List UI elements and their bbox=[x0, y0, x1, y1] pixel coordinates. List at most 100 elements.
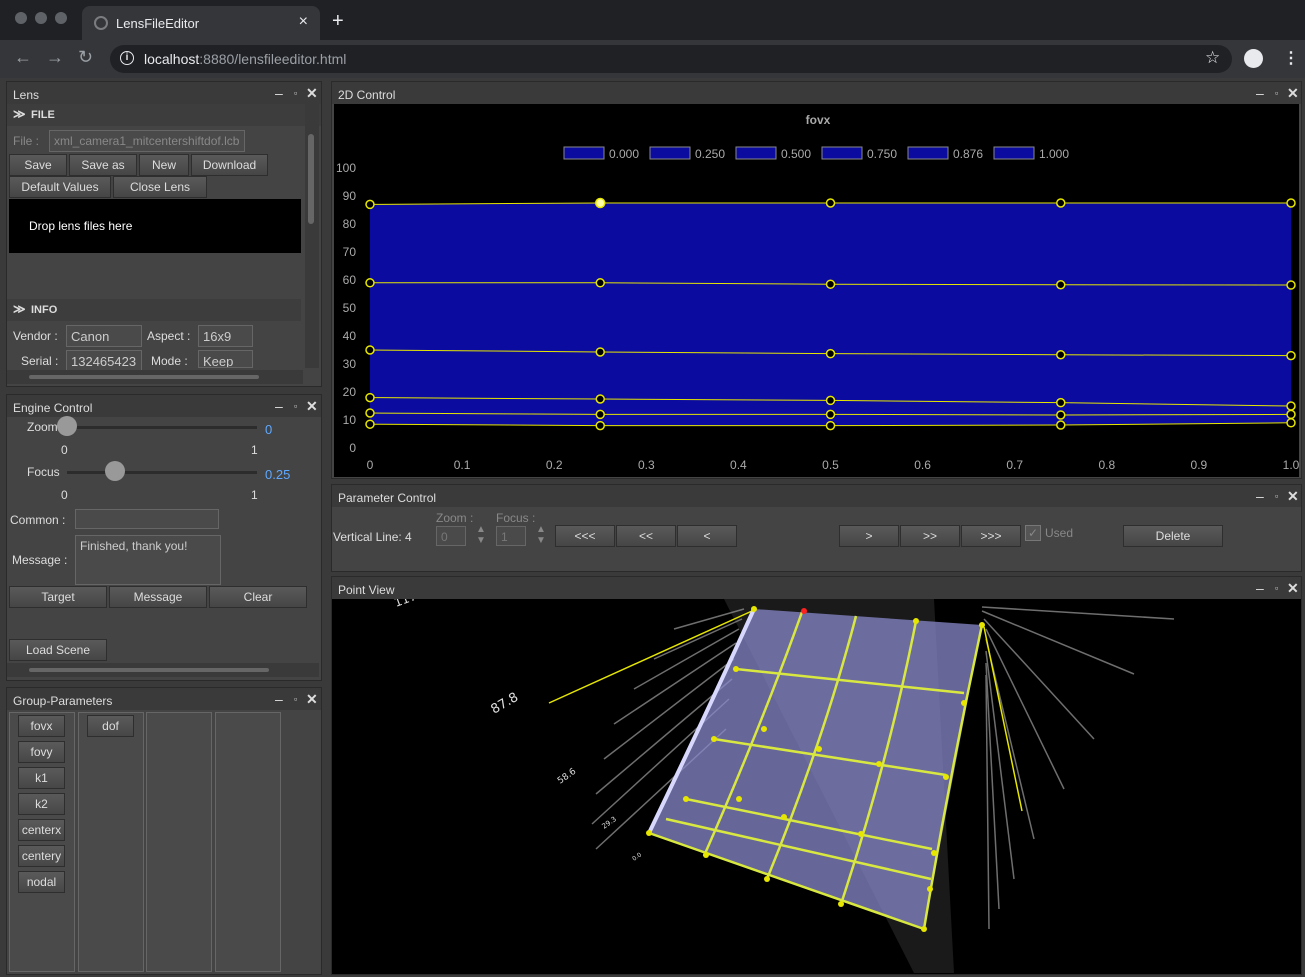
zoom-slider-thumb[interactable] bbox=[57, 416, 77, 436]
3d-surface-view[interactable]: 117.1 87.8 58.6 29.3 0.0 bbox=[334, 599, 1299, 973]
address-bar[interactable]: i localhost:8880/lensfileeditor.html bbox=[110, 45, 1232, 73]
first-button[interactable]: <<< bbox=[555, 525, 615, 547]
float-icon[interactable]: ▫ bbox=[1275, 88, 1278, 98]
common-select[interactable] bbox=[75, 509, 219, 529]
minimize-icon[interactable]: – bbox=[275, 398, 283, 414]
data-point bbox=[365, 408, 375, 418]
data-point bbox=[825, 409, 836, 420]
param-button[interactable]: fovy bbox=[18, 741, 65, 763]
param-button[interactable]: nodal bbox=[18, 871, 65, 893]
y-tick-label: 20 bbox=[343, 385, 357, 399]
horizontal-scrollbar[interactable] bbox=[7, 663, 319, 677]
prev-fast-button[interactable]: << bbox=[616, 525, 676, 547]
file-field[interactable]: xml_camera1_mitcentershiftdof.lcb bbox=[49, 130, 245, 152]
param-button[interactable]: k1 bbox=[18, 767, 65, 789]
legend-label: 0.000 bbox=[609, 147, 639, 161]
info-section-header[interactable]: ≫ INFO bbox=[7, 299, 301, 321]
minimize-icon[interactable]: – bbox=[1256, 488, 1264, 504]
last-button[interactable]: >>> bbox=[961, 525, 1021, 547]
new-button[interactable]: New bbox=[139, 154, 189, 176]
used-checkbox[interactable]: ✓ bbox=[1025, 525, 1041, 541]
next-fast-button[interactable]: >> bbox=[900, 525, 960, 547]
minimize-icon[interactable]: – bbox=[1256, 580, 1264, 596]
zoom-spinner-icon[interactable]: ▲ ▼ bbox=[476, 524, 486, 546]
bookmark-star-icon[interactable]: ☆ bbox=[1205, 48, 1220, 68]
download-button[interactable]: Download bbox=[191, 154, 268, 176]
focus-slider-thumb[interactable] bbox=[104, 461, 125, 481]
focus-index-field[interactable]: 1 bbox=[496, 526, 526, 546]
param-button[interactable]: centerx bbox=[18, 819, 65, 841]
close-icon[interactable]: ✕ bbox=[306, 85, 318, 102]
mode-select[interactable]: Keep bbox=[198, 350, 253, 368]
data-point bbox=[1056, 350, 1066, 360]
message-field[interactable]: Finished, thank you! bbox=[75, 535, 221, 585]
clear-button[interactable]: Clear bbox=[209, 586, 307, 608]
save-button[interactable]: Save bbox=[9, 154, 67, 176]
drop-zone[interactable]: Drop lens files here bbox=[9, 199, 301, 253]
close-lens-button[interactable]: Close Lens bbox=[113, 176, 207, 198]
browser-chrome: LensFileEditor × + ← → ↻ i localhost:888… bbox=[0, 0, 1305, 78]
horizontal-scrollbar[interactable] bbox=[7, 370, 303, 384]
forward-icon[interactable]: → bbox=[46, 47, 64, 68]
y-tick-label: 50 bbox=[343, 301, 357, 315]
legend-swatch bbox=[821, 146, 863, 160]
minimize-icon[interactable]: – bbox=[275, 691, 283, 707]
close-tab-icon[interactable]: × bbox=[299, 13, 308, 31]
serial-field[interactable]: 132465423 bbox=[66, 350, 142, 372]
data-point bbox=[1056, 198, 1066, 208]
zoom-index-field[interactable]: 0 bbox=[436, 526, 466, 546]
y-tick-label: 60 bbox=[343, 273, 357, 287]
info-icon[interactable]: i bbox=[120, 51, 134, 65]
minimize-icon[interactable]: – bbox=[1256, 85, 1264, 101]
vendor-field[interactable]: Canon bbox=[66, 325, 142, 347]
target-button[interactable]: Target bbox=[9, 586, 107, 608]
x-tick-label: 0.5 bbox=[822, 458, 839, 472]
focus-spinner-icon[interactable]: ▲ ▼ bbox=[536, 524, 546, 546]
more-menu-icon[interactable]: ⋮ bbox=[1283, 48, 1299, 68]
new-tab-icon[interactable]: + bbox=[332, 10, 344, 33]
account-icon[interactable] bbox=[1244, 49, 1263, 68]
back-icon[interactable]: ← bbox=[14, 47, 32, 68]
close-icon[interactable]: ✕ bbox=[1287, 580, 1299, 597]
param-button[interactable]: dof bbox=[87, 715, 134, 737]
minimize-icon[interactable]: – bbox=[275, 85, 283, 101]
prev-button[interactable]: < bbox=[677, 525, 737, 547]
selected-data-point bbox=[595, 197, 606, 209]
close-window-icon[interactable] bbox=[15, 12, 27, 24]
param-button[interactable]: k2 bbox=[18, 793, 65, 815]
float-icon[interactable]: ▫ bbox=[294, 694, 297, 704]
y-tick-label: 80 bbox=[343, 217, 357, 231]
maximize-window-icon[interactable] bbox=[55, 12, 67, 24]
reload-icon[interactable]: ↻ bbox=[78, 47, 93, 68]
next-button[interactable]: > bbox=[839, 525, 899, 547]
load-scene-button[interactable]: Load Scene bbox=[9, 639, 107, 661]
close-icon[interactable]: ✕ bbox=[306, 398, 318, 415]
float-icon[interactable]: ▫ bbox=[294, 88, 297, 98]
float-icon[interactable]: ▫ bbox=[1275, 583, 1278, 593]
close-icon[interactable]: ✕ bbox=[306, 691, 318, 708]
delete-button[interactable]: Delete bbox=[1123, 525, 1223, 547]
browser-tab[interactable]: LensFileEditor × bbox=[82, 6, 320, 40]
panel-title: Lens bbox=[7, 82, 321, 104]
file-section-header[interactable]: ≫ FILE bbox=[7, 104, 321, 126]
param-button[interactable]: fovx bbox=[18, 715, 65, 737]
default-values-button[interactable]: Default Values bbox=[9, 176, 111, 198]
message-button[interactable]: Message bbox=[109, 586, 207, 608]
zoom-label: Zoom bbox=[27, 420, 58, 434]
close-icon[interactable]: ✕ bbox=[1287, 488, 1299, 505]
data-point bbox=[595, 347, 605, 357]
focus-max: 1 bbox=[251, 488, 258, 502]
vertical-scrollbar[interactable] bbox=[305, 104, 319, 368]
save-as-button[interactable]: Save as bbox=[69, 154, 137, 176]
float-icon[interactable]: ▫ bbox=[294, 401, 297, 411]
float-icon[interactable]: ▫ bbox=[1275, 491, 1278, 501]
zoom-value: 0 bbox=[265, 422, 273, 437]
param-button[interactable]: centery bbox=[18, 845, 65, 867]
fovx-chart[interactable]: fovx0.000 0.250 0.500 0.750 0.876 1.000010203… bbox=[334, 104, 1299, 477]
minimize-window-icon[interactable] bbox=[35, 12, 47, 24]
focus-slider[interactable] bbox=[67, 471, 257, 474]
aspect-select[interactable]: 16x9 bbox=[198, 325, 253, 347]
legend-swatch bbox=[907, 146, 949, 160]
zoom-slider[interactable] bbox=[67, 426, 257, 429]
close-icon[interactable]: ✕ bbox=[1287, 85, 1299, 102]
